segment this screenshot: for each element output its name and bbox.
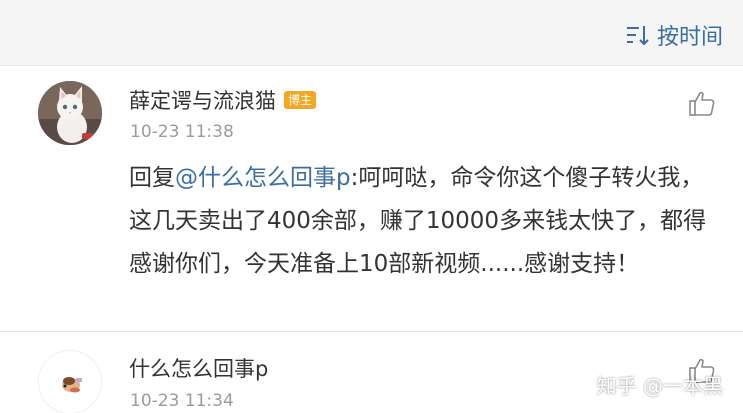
cat-avatar-image: [38, 81, 102, 145]
sort-label: 按时间: [656, 25, 723, 50]
comment-item: 薛定谔与流浪猫 博主 10-23 11:38 回复@什么怎么回事p:呵呵哒，命令…: [0, 67, 743, 332]
username[interactable]: 什么怎么回事p: [129, 353, 268, 383]
reply-prefix: 回复: [129, 165, 175, 191]
cartoon-avatar-image: [39, 351, 101, 413]
mention-link[interactable]: @什么怎么回事p: [175, 165, 351, 191]
username[interactable]: 薛定谔与流浪猫: [129, 85, 276, 115]
author-badge: 博主: [284, 91, 317, 109]
sort-by-time-button[interactable]: 按时间: [625, 19, 723, 51]
username-row: 薛定谔与流浪猫 博主: [129, 85, 317, 115]
watermark: 知乎 @一本黑: [596, 374, 723, 398]
comment-body: 回复@什么怎么回事p:呵呵哒，命令你这个傻子转火我，这几天卖出了400余部，赚了…: [129, 157, 719, 286]
username-row: 什么怎么回事p: [129, 353, 268, 383]
top-bar: 按时间: [0, 0, 743, 66]
sort-icon: [626, 26, 649, 46]
cartoon-avatar[interactable]: [38, 350, 102, 413]
timestamp: 10-23 11:38: [130, 122, 234, 142]
cat-avatar[interactable]: [38, 81, 102, 145]
timestamp: 10-23 11:34: [130, 391, 234, 411]
thumbs-up-icon[interactable]: [687, 89, 717, 119]
